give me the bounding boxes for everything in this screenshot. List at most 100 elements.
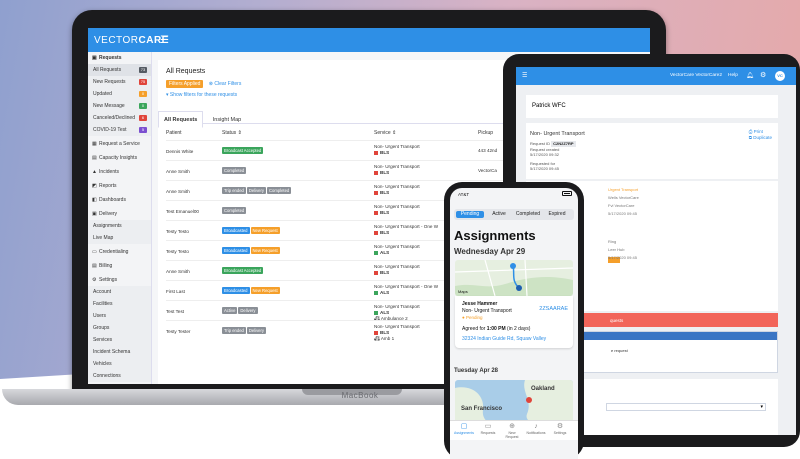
phone-screen: AT&T Pending Active Completed Expired As… [450, 188, 578, 459]
hamburger-collapse-icon[interactable]: ☰ [522, 72, 527, 79]
sidebar-item-groups[interactable]: Groups [88, 322, 151, 334]
tablet-app-name[interactable]: VectorCare VectorCare2 [670, 73, 722, 78]
tab-all-requests[interactable]: All Requests [158, 111, 204, 128]
sidebar-item-covid-19-test[interactable]: COVID-19 Test 5 [88, 124, 151, 136]
sidebar-item-vehicles[interactable]: Vehicles [88, 358, 151, 370]
sidebar-item-credentialing[interactable]: ▭ Credentialing [88, 246, 151, 258]
sidebar-item-reports[interactable]: ◩ Reports [88, 180, 151, 192]
sidebar-item-account[interactable]: Account [88, 286, 151, 298]
hamburger-collapse-icon[interactable]: ☰ [160, 35, 169, 46]
sidebar-item-dashboards[interactable]: ◧ Dashboards [88, 194, 151, 206]
map-city-label: Oakland [531, 386, 555, 392]
sidebar-item-label: Dashboards [99, 197, 126, 203]
sidebar-item-canceled-declined[interactable]: Canceled/Declined 6 [88, 112, 151, 124]
tab-settings[interactable]: ⚙ Settings [550, 423, 570, 435]
sidebar-item-label: Delivery [99, 211, 118, 217]
select-field[interactable]: ▾ [606, 403, 766, 411]
date-header: Wednesday Apr 29 [454, 247, 526, 256]
date-header: Tuesday Apr 28 [454, 368, 499, 374]
col-patient[interactable]: Patient [166, 130, 182, 136]
filters-applied-badge: Filters Applied [166, 80, 204, 88]
sidebar-item-billing[interactable]: ▤ Billing [88, 260, 151, 272]
status-badge: Completed [267, 187, 292, 194]
service-level: BLS [374, 270, 420, 276]
segment-expired[interactable]: Expired [543, 211, 571, 218]
request-id: C2N2Z7RP [551, 141, 576, 147]
bell-icon[interactable]: 🔔︎ [746, 72, 754, 79]
status-label: ● Pending [462, 315, 483, 320]
chart-icon: ◩ [92, 183, 97, 189]
level-label: ALS [380, 250, 390, 255]
patient-cell: Testy Tester [166, 329, 191, 334]
sidebar-item-delivery[interactable]: ▣ Delivery [88, 208, 151, 220]
sidebar-item-live-map[interactable]: Live Map [88, 232, 151, 244]
assignment-card[interactable]: Jesse Hammer 2ZSAARAE Non- Urgent Transp… [455, 296, 573, 348]
status-cell: Broadcasted New Request [222, 227, 281, 234]
sidebar-item-updated[interactable]: Updated 0 [88, 88, 151, 100]
level-label: BLS [380, 150, 390, 155]
sidebar-item-settings[interactable]: ⚙ Settings [88, 274, 151, 286]
sidebar-item-assignments[interactable]: Assignments [88, 220, 151, 232]
gear-icon: ⚙ [556, 423, 564, 430]
sidebar-item-request-a-service[interactable]: ▦ Request a Service [88, 138, 151, 150]
address-link[interactable]: 32324 Indian Guide Rd, Squaw Valley [462, 336, 546, 342]
sidebar-item-facilities[interactable]: Facilities [88, 298, 151, 310]
sidebar-item-services[interactable]: Services [88, 334, 151, 346]
show-filters-link[interactable]: ▾ Show filters for these requests [166, 92, 237, 98]
status-cell: Completed [222, 207, 247, 214]
calendar-icon: ▣ [92, 211, 97, 217]
patient-cell: First Last [166, 289, 185, 294]
detail-line: 5/17/2020 09:45 [608, 211, 637, 216]
tab-label: Requests [480, 431, 496, 435]
vectorcare-logo[interactable]: VECTORCARE [94, 35, 169, 46]
filter-row: Filters Applied ⊗ Clear Filters [166, 80, 241, 88]
patient-cell: Anne Smith [166, 189, 190, 194]
tab-label: Settings [553, 431, 567, 435]
duplicate-link[interactable]: ⧉ Duplicate [749, 135, 772, 141]
avatar[interactable]: VC [775, 71, 785, 81]
detail-line: Fvl VectorCare [608, 203, 635, 208]
count-badge: 6 [139, 115, 147, 121]
clear-filters-link[interactable]: ⊗ Clear Filters [209, 81, 242, 87]
segment-completed[interactable]: Completed [514, 211, 542, 218]
status-badge: Delivery [238, 307, 258, 314]
gear-icon[interactable]: ⚙ [760, 71, 766, 79]
assignment-id: 2ZSAARAE [539, 306, 568, 312]
request-summary-card: Non- Urgent Transport ⎙ Print ⧉ Duplicat… [526, 123, 778, 179]
tab-notifications[interactable]: ♪ Notifications [526, 423, 546, 435]
service-level: BLS [374, 230, 438, 236]
patient-cell: Testy Testo [166, 249, 189, 254]
sidebar-item-connections[interactable]: Connections [88, 370, 151, 382]
service-type: Non- Urgent Transport [462, 308, 512, 314]
sidebar-item-new-message[interactable]: New Message 0 [88, 100, 151, 112]
sidebar-item-incidents[interactable]: ▲ Incidents [88, 166, 151, 178]
sidebar-item-label: New Requests [93, 79, 126, 85]
tab-assignments[interactable]: ▢ Assignments [454, 423, 474, 435]
level-icon [374, 330, 378, 335]
sidebar-item-capacity-insights[interactable]: ▤ Capacity Insights [88, 152, 151, 164]
segment-active[interactable]: Active [485, 211, 513, 218]
col-status[interactable]: Status ⇕ [222, 130, 242, 136]
status-badge: Broadcasted [222, 227, 250, 234]
service-level: BLS [374, 190, 420, 196]
page-title: Assignments [454, 228, 536, 243]
segment-pending[interactable]: Pending [456, 211, 484, 218]
sidebar-item-users[interactable]: Users [88, 310, 151, 322]
tab-insight-map[interactable]: Insight Map [208, 112, 246, 127]
status-badge: Trip ended [222, 327, 246, 334]
service-cell: Non- Urgent Transport - One W ALS [374, 284, 438, 296]
tab-new-request[interactable]: ⊕ New Request [502, 423, 522, 439]
sidebar-item-all-requests[interactable]: All Requests 73 [88, 64, 151, 76]
level-label: BLS [380, 190, 390, 195]
route-map[interactable]: Maps [455, 260, 573, 296]
col-service[interactable]: Service ⇕ [374, 130, 396, 136]
tab-requests[interactable]: ▭ Requests [478, 423, 498, 435]
sidebar-item-label: Capacity Insights [99, 155, 138, 161]
sidebar-item-incident-schema[interactable]: Incident Schema [88, 346, 151, 358]
help-link[interactable]: Help [728, 73, 738, 78]
sidebar-item-new-requests[interactable]: New Requests 75 [88, 76, 151, 88]
patient-name: Patrick WFC [532, 103, 566, 109]
sidebar-section-requests[interactable]: ▣ Requests [88, 52, 151, 64]
carrier-label: AT&T [458, 192, 470, 197]
col-pickup[interactable]: Pickup [478, 130, 493, 136]
